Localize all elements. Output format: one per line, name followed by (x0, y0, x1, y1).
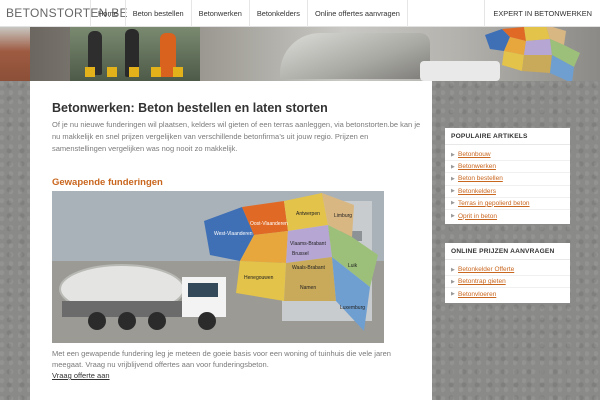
request-quote-link[interactable]: Vraag offerte aan (52, 371, 110, 380)
intro-paragraph: Of je nu nieuwe funderingen wil plaatsen… (52, 120, 421, 153)
map-label: West-Vlaanderen (214, 231, 253, 237)
chevron-right-icon: ▶ (451, 175, 455, 182)
chevron-right-icon: ▶ (451, 151, 455, 158)
popular-articles-list: ▶ Betonbouw ▶ Betonwerken ▶ Beton bestellen… (445, 145, 570, 224)
online-quotes-widget: ONLINE PRIJZEN AANVRAGEN ▶ Betonkelder Of… (445, 243, 570, 303)
popular-articles-widget: POPULAIRE ARTIKELS ▶ Betonbouw ▶ Betonwerk… (445, 128, 570, 225)
nav-item-betonkelders[interactable]: Betonkelders (248, 0, 307, 27)
online-quotes-list: ▶ Betonkelder Offerte ▶ Betontrap gieten ▶… (445, 260, 570, 303)
mixer-truck-map-photo: Antwerpen West-Vlaanderen Oost-Vlaandere… (52, 191, 384, 343)
map-label: Antwerpen (296, 211, 320, 217)
nav-item-betonwerken[interactable]: Betonwerken (190, 0, 249, 27)
section-paragraph: Met een gewapende fundering leg je metee… (52, 349, 391, 369)
map-label: Namen (300, 285, 316, 291)
list-item[interactable]: ▶ Betonkelders (445, 186, 570, 198)
chevron-right-icon: ▶ (451, 266, 455, 273)
site-logo[interactable]: BETONSTORTEN.BE (0, 6, 128, 20)
section-title: Gewapende funderingen (52, 177, 163, 188)
list-item[interactable]: ▶ Betonkelder Offerte (445, 264, 570, 277)
list-item[interactable]: ▶ Betonvloeren (445, 288, 570, 300)
nav-item-expert[interactable]: EXPERT IN BETONWERKEN (484, 0, 600, 27)
header-banner-image (30, 27, 600, 81)
chevron-right-icon: ▶ (451, 291, 455, 298)
main-menu: Home Beton bestellen Betonwerken Betonke… (90, 0, 408, 27)
chevron-right-icon: ▶ (451, 278, 455, 285)
map-label: Waals-Brabant (292, 265, 325, 271)
list-item[interactable]: ▶ Betonwerken (445, 161, 570, 174)
map-label: Limburg (334, 213, 352, 219)
chevron-right-icon: ▶ (451, 188, 455, 195)
top-navigation: BETONSTORTEN.BE Home Beton bestellen Bet… (0, 0, 600, 27)
brick-wall-image (0, 27, 30, 81)
widget-title: ONLINE PRIJZEN AANVRAGEN (445, 243, 570, 260)
map-label: Henegouwen (244, 275, 274, 281)
map-label: Luik (348, 263, 358, 269)
widget-title: POPULAIRE ARTIKELS (445, 128, 570, 145)
nav-item-beton-bestellen[interactable]: Beton bestellen (124, 0, 191, 27)
map-label: Luxemburg (340, 305, 365, 311)
list-item[interactable]: ▶ Terras in gepolierd beton (445, 198, 570, 210)
map-label: Vlaams-Brabant (290, 241, 326, 247)
chevron-right-icon: ▶ (451, 200, 455, 207)
map-label: Oost-Vlaanderen (250, 221, 288, 227)
nav-item-home[interactable]: Home (90, 0, 125, 27)
nav-item-online-offertes[interactable]: Online offertes aanvragen (306, 0, 408, 27)
chevron-right-icon: ▶ (451, 213, 455, 220)
belgium-map-image (485, 27, 580, 81)
page-title: Betonwerken: Beton bestellen en laten st… (52, 101, 328, 115)
concrete-pump-image (280, 33, 430, 79)
map-label: Brussel (292, 251, 309, 257)
list-item[interactable]: ▶ Beton bestellen (445, 173, 570, 186)
main-content: Betonwerken: Beton bestellen en laten st… (30, 81, 432, 400)
chevron-right-icon: ▶ (451, 163, 455, 170)
list-item[interactable]: ▶ Oprit in beton (445, 210, 570, 222)
list-item[interactable]: ▶ Betonbouw (445, 149, 570, 162)
list-item[interactable]: ▶ Betontrap gieten (445, 276, 570, 289)
